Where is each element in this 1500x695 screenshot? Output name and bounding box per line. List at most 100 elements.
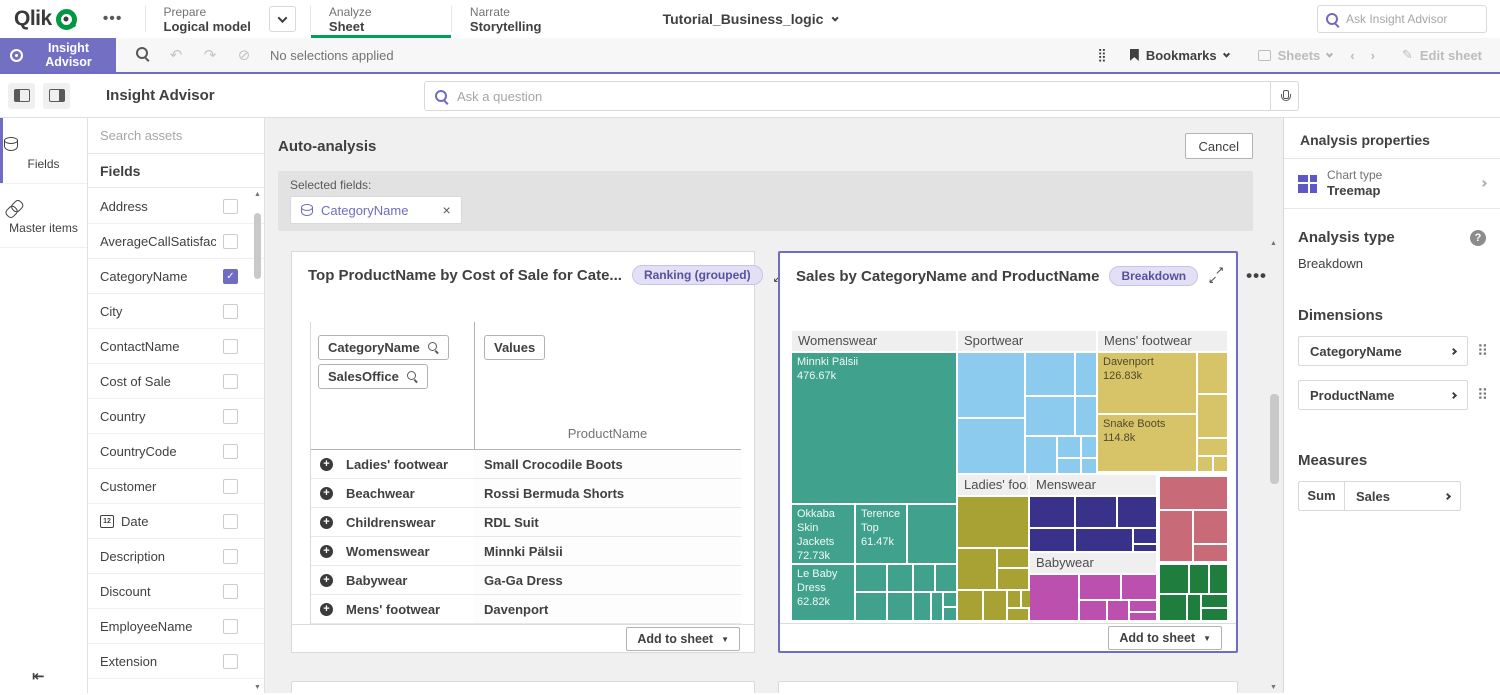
treemap-cell[interactable]	[1160, 477, 1227, 509]
pivot-card[interactable]: Top ProductName by Cost of Sale for Cate…	[291, 251, 755, 653]
dimension-productname[interactable]: ProductName	[1298, 380, 1468, 410]
field-row[interactable]: Address	[88, 189, 264, 224]
treemap-cell[interactable]	[1134, 545, 1156, 551]
treemap-cell[interactable]: Minnki Pälsii476.67k	[792, 353, 956, 503]
field-row[interactable]: Country	[88, 399, 264, 434]
scroll-down-icon[interactable]: ▼	[1270, 684, 1277, 691]
global-menu-button[interactable]: •••	[103, 10, 123, 28]
treemap-cell[interactable]	[856, 565, 886, 591]
add-to-sheet-button[interactable]: Add to sheet ▼	[1108, 626, 1222, 650]
field-checkbox[interactable]	[223, 654, 238, 669]
treemap-cell[interactable]	[1188, 595, 1200, 620]
treemap-cell[interactable]	[944, 593, 956, 606]
treemap-cell[interactable]: Le Baby Dress62.82k	[792, 565, 854, 620]
app-title-dropdown[interactable]: Tutorial_Business_logic	[663, 0, 838, 38]
edit-sheet-button[interactable]: ✎ Edit sheet	[1396, 47, 1488, 63]
collapse-panel-button[interactable]: ⇤	[32, 667, 45, 685]
pivot-values-button[interactable]: Values	[484, 335, 545, 360]
treemap-cell[interactable]	[1194, 545, 1227, 561]
nav-narrate[interactable]: Narrate Storytelling	[452, 0, 560, 38]
treemap-cell[interactable]	[1076, 529, 1132, 551]
treemap-cell[interactable]	[888, 593, 912, 620]
scroll-down-icon[interactable]: ▼	[254, 684, 261, 691]
treemap-cell[interactable]	[1202, 595, 1227, 607]
field-checkbox[interactable]	[223, 444, 238, 459]
partial-card[interactable]	[291, 681, 755, 693]
treemap-cell[interactable]	[914, 565, 934, 591]
pivot-table-row[interactable]: +WomenswearMinnki Pälsii	[311, 537, 741, 566]
field-checkbox[interactable]	[223, 304, 238, 319]
partial-card[interactable]	[778, 681, 1238, 693]
treemap-cell[interactable]	[1026, 397, 1074, 435]
expand-icon[interactable]	[1208, 268, 1224, 284]
pivot-table-row[interactable]: +BeachwearRossi Bermuda Shorts	[311, 479, 741, 508]
tab-fields[interactable]: Fields	[0, 118, 87, 184]
treemap-cell[interactable]	[908, 505, 956, 563]
expand-row-icon[interactable]: +	[320, 458, 333, 471]
treemap-cell[interactable]	[1082, 437, 1096, 457]
selected-field-chip[interactable]: CategoryName ×	[290, 196, 462, 224]
treemap-cell[interactable]	[1214, 457, 1227, 471]
field-checkbox[interactable]	[223, 584, 238, 599]
treemap-cell[interactable]	[1080, 601, 1106, 620]
treemap-cell[interactable]	[1030, 529, 1074, 551]
treemap-cell[interactable]	[1194, 511, 1227, 543]
treemap-cell[interactable]	[856, 593, 886, 620]
smart-search-icon[interactable]	[130, 47, 154, 64]
field-checkbox[interactable]	[223, 514, 238, 529]
treemap-cell[interactable]	[1198, 353, 1227, 393]
treemap-cell[interactable]	[958, 353, 1024, 417]
help-icon[interactable]: ?	[1470, 230, 1486, 246]
field-row[interactable]: Extension	[88, 644, 264, 679]
toggle-left-panel-button[interactable]	[8, 83, 35, 109]
field-row[interactable]: Cost of Sale	[88, 364, 264, 399]
clear-selections-icon[interactable]: ⊘	[232, 46, 256, 64]
field-checkbox[interactable]	[223, 199, 238, 214]
app-objects-icon[interactable]: ⣿	[1097, 47, 1107, 63]
treemap-cell[interactable]	[1058, 459, 1080, 473]
treemap-cell[interactable]	[984, 591, 1006, 620]
field-row[interactable]: 12Date	[88, 504, 264, 539]
treemap-cell[interactable]	[914, 593, 930, 620]
treemap-cell[interactable]	[1026, 353, 1074, 395]
treemap-cell[interactable]	[1210, 565, 1227, 593]
treemap-cell[interactable]	[1008, 609, 1028, 620]
field-row[interactable]: AverageCallSatisfac...	[88, 224, 264, 259]
treemap-cell[interactable]	[1030, 497, 1074, 527]
scrollbar-thumb[interactable]	[254, 213, 261, 279]
fields-scrollbar[interactable]: ▲ ▼	[253, 191, 263, 691]
measure-sales[interactable]: Sum Sales	[1298, 481, 1461, 511]
treemap-cell[interactable]	[998, 569, 1028, 589]
treemap-cell[interactable]	[1076, 397, 1096, 435]
expand-row-icon[interactable]: +	[320, 545, 333, 558]
scrollbar-thumb[interactable]	[1270, 394, 1279, 484]
treemap-cell[interactable]	[1160, 565, 1188, 593]
treemap-card[interactable]: Sales by CategoryName and ProductName Br…	[778, 251, 1238, 653]
field-row[interactable]: CountryCode	[88, 434, 264, 469]
treemap-cell[interactable]: Snake Boots114.8k	[1098, 415, 1196, 471]
pivot-table-row[interactable]: +Ladies' footwearSmall Crocodile Boots	[311, 450, 741, 479]
more-options-icon[interactable]: •••	[1246, 266, 1267, 286]
cancel-button[interactable]: Cancel	[1185, 133, 1253, 159]
ask-question-input[interactable]	[457, 89, 1260, 104]
treemap-cell[interactable]	[1030, 575, 1078, 620]
field-checkbox[interactable]	[223, 409, 238, 424]
remove-field-icon[interactable]: ×	[442, 202, 450, 218]
field-row[interactable]: EmployeeName	[88, 609, 264, 644]
scroll-up-icon[interactable]: ▲	[254, 191, 261, 198]
scroll-up-icon[interactable]: ▲	[1270, 240, 1277, 247]
expand-row-icon[interactable]: +	[320, 603, 333, 616]
field-row[interactable]: Discount	[88, 574, 264, 609]
prepare-dropdown-button[interactable]	[269, 6, 296, 32]
nav-analyze[interactable]: Analyze Sheet	[311, 0, 451, 38]
nav-prepare[interactable]: Prepare Logical model	[146, 0, 269, 38]
treemap-cell[interactable]	[1202, 609, 1227, 620]
field-row[interactable]: Customer	[88, 469, 264, 504]
treemap-cell[interactable]	[944, 608, 956, 620]
main-scrollbar[interactable]: ▲ ▼	[1269, 240, 1281, 691]
treemap-cell[interactable]	[936, 565, 956, 591]
treemap-cell[interactable]: Davenport126.83k	[1098, 353, 1196, 413]
treemap-cell[interactable]	[1118, 497, 1156, 527]
treemap-cell[interactable]	[1134, 529, 1156, 543]
treemap-cell[interactable]	[1198, 457, 1212, 471]
